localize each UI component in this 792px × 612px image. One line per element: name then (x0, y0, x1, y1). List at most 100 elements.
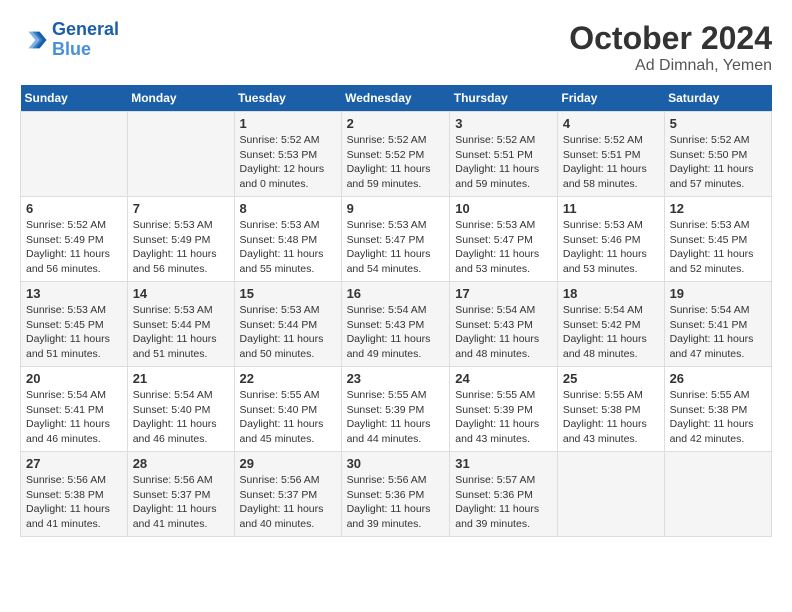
calendar-cell: 10 Sunrise: 5:53 AMSunset: 5:47 PMDayligh… (450, 197, 558, 282)
day-info: Sunrise: 5:53 AMSunset: 5:46 PMDaylight:… (563, 218, 659, 277)
day-number: 31 (455, 456, 552, 471)
day-info: Sunrise: 5:54 AMSunset: 5:40 PMDaylight:… (133, 388, 229, 447)
calendar-cell (127, 112, 234, 197)
calendar-header-row: SundayMondayTuesdayWednesdayThursdayFrid… (21, 85, 772, 112)
day-info: Sunrise: 5:53 AMSunset: 5:47 PMDaylight:… (347, 218, 445, 277)
day-info: Sunrise: 5:56 AMSunset: 5:38 PMDaylight:… (26, 473, 122, 532)
day-number: 27 (26, 456, 122, 471)
calendar-week-row: 1 Sunrise: 5:52 AMSunset: 5:53 PMDaylight… (21, 112, 772, 197)
calendar-week-row: 6 Sunrise: 5:52 AMSunset: 5:49 PMDaylight… (21, 197, 772, 282)
day-info: Sunrise: 5:52 AMSunset: 5:50 PMDaylight:… (670, 133, 766, 192)
day-header-thursday: Thursday (450, 85, 558, 112)
logo-icon (20, 26, 48, 54)
day-header-wednesday: Wednesday (341, 85, 450, 112)
title-section: October 2024 Ad Dimnah, Yemen (569, 20, 772, 75)
calendar-cell: 14 Sunrise: 5:53 AMSunset: 5:44 PMDayligh… (127, 282, 234, 367)
day-info: Sunrise: 5:54 AMSunset: 5:43 PMDaylight:… (347, 303, 445, 362)
calendar-cell: 13 Sunrise: 5:53 AMSunset: 5:45 PMDayligh… (21, 282, 128, 367)
calendar-cell: 16Sunrise: 5:54 AMSunset: 5:43 PMDayligh… (341, 282, 450, 367)
calendar-cell: 8 Sunrise: 5:53 AMSunset: 5:48 PMDaylight… (234, 197, 341, 282)
day-number: 21 (133, 371, 229, 386)
logo-text: General Blue (52, 20, 119, 60)
calendar-week-row: 13 Sunrise: 5:53 AMSunset: 5:45 PMDayligh… (21, 282, 772, 367)
day-info: Sunrise: 5:53 AMSunset: 5:47 PMDaylight:… (455, 218, 552, 277)
day-info: Sunrise: 5:52 AMSunset: 5:53 PMDaylight:… (240, 133, 336, 192)
day-info: Sunrise: 5:53 AMSunset: 5:49 PMDaylight:… (133, 218, 229, 277)
day-number: 10 (455, 201, 552, 216)
calendar-cell: 5 Sunrise: 5:52 AMSunset: 5:50 PMDaylight… (664, 112, 771, 197)
day-info: Sunrise: 5:56 AMSunset: 5:36 PMDaylight:… (347, 473, 445, 532)
day-header-sunday: Sunday (21, 85, 128, 112)
calendar-cell: 23 Sunrise: 5:55 AMSunset: 5:39 PMDayligh… (341, 367, 450, 452)
day-info: Sunrise: 5:53 AMSunset: 5:45 PMDaylight:… (670, 218, 766, 277)
day-number: 28 (133, 456, 229, 471)
day-info: Sunrise: 5:54 AMSunset: 5:41 PMDaylight:… (670, 303, 766, 362)
day-number: 24 (455, 371, 552, 386)
day-info: Sunrise: 5:55 AMSunset: 5:40 PMDaylight:… (240, 388, 336, 447)
calendar-cell: 6 Sunrise: 5:52 AMSunset: 5:49 PMDaylight… (21, 197, 128, 282)
calendar-cell: 31 Sunrise: 5:57 AMSunset: 5:36 PMDayligh… (450, 452, 558, 537)
day-number: 2 (347, 116, 445, 131)
day-number: 5 (670, 116, 766, 131)
calendar-cell: 29Sunrise: 5:56 AMSunset: 5:37 PMDayligh… (234, 452, 341, 537)
day-header-tuesday: Tuesday (234, 85, 341, 112)
day-info: Sunrise: 5:55 AMSunset: 5:38 PMDaylight:… (563, 388, 659, 447)
calendar-cell (21, 112, 128, 197)
calendar-cell: 11 Sunrise: 5:53 AMSunset: 5:46 PMDayligh… (557, 197, 664, 282)
day-number: 7 (133, 201, 229, 216)
day-info: Sunrise: 5:54 AMSunset: 5:43 PMDaylight:… (455, 303, 552, 362)
page-header: General Blue October 2024 Ad Dimnah, Yem… (20, 20, 772, 75)
calendar-cell: 19 Sunrise: 5:54 AMSunset: 5:41 PMDayligh… (664, 282, 771, 367)
calendar-cell: 3Sunrise: 5:52 AMSunset: 5:51 PMDaylight… (450, 112, 558, 197)
day-number: 18 (563, 286, 659, 301)
day-number: 14 (133, 286, 229, 301)
calendar-cell: 9 Sunrise: 5:53 AMSunset: 5:47 PMDaylight… (341, 197, 450, 282)
day-number: 8 (240, 201, 336, 216)
day-info: Sunrise: 5:54 AMSunset: 5:41 PMDaylight:… (26, 388, 122, 447)
day-info: Sunrise: 5:52 AMSunset: 5:49 PMDaylight:… (26, 218, 122, 277)
day-info: Sunrise: 5:52 AMSunset: 5:51 PMDaylight:… (455, 133, 552, 192)
calendar-cell: 30 Sunrise: 5:56 AMSunset: 5:36 PMDayligh… (341, 452, 450, 537)
calendar-cell: 18 Sunrise: 5:54 AMSunset: 5:42 PMDayligh… (557, 282, 664, 367)
day-number: 20 (26, 371, 122, 386)
day-number: 4 (563, 116, 659, 131)
day-info: Sunrise: 5:55 AMSunset: 5:38 PMDaylight:… (670, 388, 766, 447)
day-info: Sunrise: 5:57 AMSunset: 5:36 PMDaylight:… (455, 473, 552, 532)
day-number: 26 (670, 371, 766, 386)
calendar-cell: 4 Sunrise: 5:52 AMSunset: 5:51 PMDaylight… (557, 112, 664, 197)
day-info: Sunrise: 5:52 AMSunset: 5:52 PMDaylight:… (347, 133, 445, 192)
calendar-table: SundayMondayTuesdayWednesdayThursdayFrid… (20, 85, 772, 537)
day-info: Sunrise: 5:53 AMSunset: 5:44 PMDaylight:… (240, 303, 336, 362)
calendar-cell: 21 Sunrise: 5:54 AMSunset: 5:40 PMDayligh… (127, 367, 234, 452)
calendar-cell (557, 452, 664, 537)
day-number: 17 (455, 286, 552, 301)
day-header-saturday: Saturday (664, 85, 771, 112)
calendar-cell: 2 Sunrise: 5:52 AMSunset: 5:52 PMDaylight… (341, 112, 450, 197)
calendar-week-row: 20 Sunrise: 5:54 AMSunset: 5:41 PMDayligh… (21, 367, 772, 452)
day-number: 23 (347, 371, 445, 386)
day-number: 1 (240, 116, 336, 131)
location-subtitle: Ad Dimnah, Yemen (569, 57, 772, 75)
day-number: 9 (347, 201, 445, 216)
day-number: 12 (670, 201, 766, 216)
calendar-cell: 25Sunrise: 5:55 AMSunset: 5:38 PMDayligh… (557, 367, 664, 452)
day-info: Sunrise: 5:52 AMSunset: 5:51 PMDaylight:… (563, 133, 659, 192)
calendar-cell: 7 Sunrise: 5:53 AMSunset: 5:49 PMDaylight… (127, 197, 234, 282)
day-info: Sunrise: 5:56 AMSunset: 5:37 PMDaylight:… (133, 473, 229, 532)
day-info: Sunrise: 5:53 AMSunset: 5:48 PMDaylight:… (240, 218, 336, 277)
calendar-cell: 15Sunrise: 5:53 AMSunset: 5:44 PMDayligh… (234, 282, 341, 367)
day-number: 22 (240, 371, 336, 386)
day-header-friday: Friday (557, 85, 664, 112)
day-info: Sunrise: 5:54 AMSunset: 5:42 PMDaylight:… (563, 303, 659, 362)
day-info: Sunrise: 5:53 AMSunset: 5:44 PMDaylight:… (133, 303, 229, 362)
day-header-monday: Monday (127, 85, 234, 112)
calendar-cell: 27 Sunrise: 5:56 AMSunset: 5:38 PMDayligh… (21, 452, 128, 537)
day-number: 11 (563, 201, 659, 216)
day-number: 30 (347, 456, 445, 471)
calendar-week-row: 27 Sunrise: 5:56 AMSunset: 5:38 PMDayligh… (21, 452, 772, 537)
day-number: 13 (26, 286, 122, 301)
day-number: 19 (670, 286, 766, 301)
day-info: Sunrise: 5:53 AMSunset: 5:45 PMDaylight:… (26, 303, 122, 362)
day-info: Sunrise: 5:55 AMSunset: 5:39 PMDaylight:… (347, 388, 445, 447)
day-number: 6 (26, 201, 122, 216)
